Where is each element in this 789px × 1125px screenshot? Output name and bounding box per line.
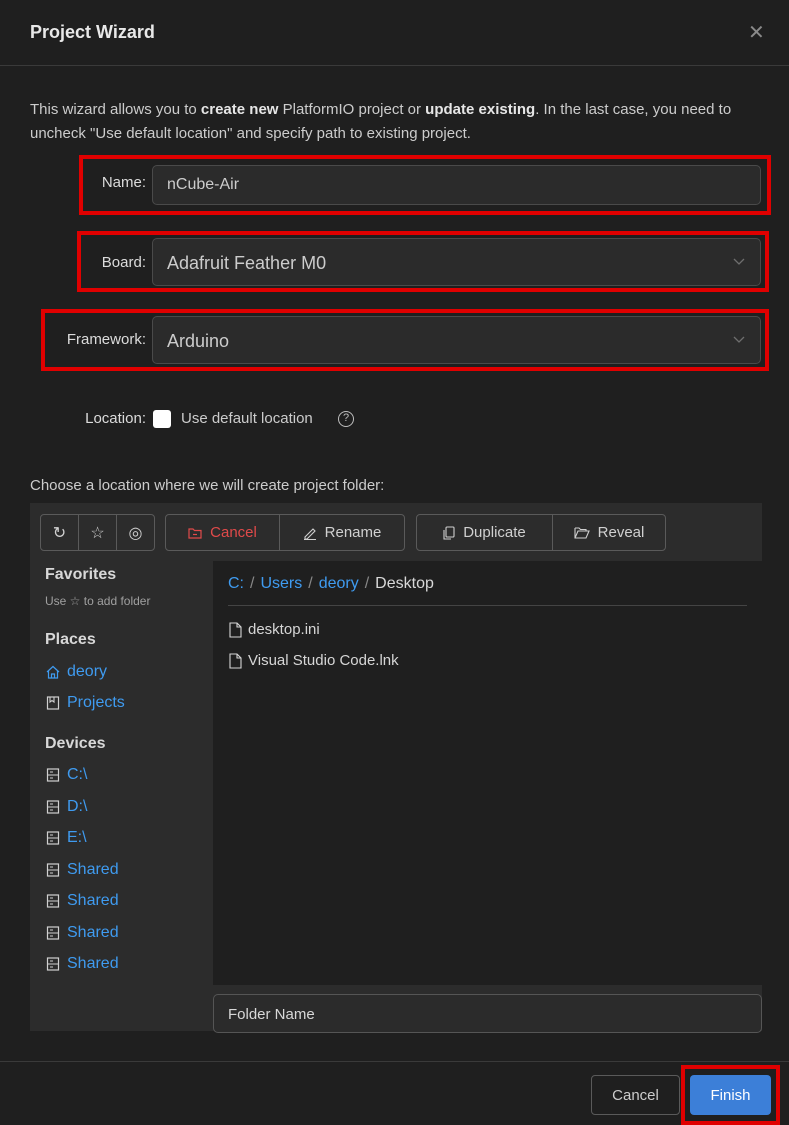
close-icon[interactable]: ✕ [748, 20, 765, 45]
cancel-label: Cancel [210, 524, 257, 541]
board-value: Adafruit Feather M0 [167, 253, 327, 273]
sidebar-item-label: D:\ [67, 798, 88, 815]
breadcrumb-divider [228, 605, 747, 606]
folder-name-input[interactable]: Folder Name [213, 994, 762, 1033]
drive-icon [46, 957, 60, 971]
breadcrumb: C: / Users / deory / Desktop [228, 575, 434, 592]
chevron-down-icon [733, 336, 745, 343]
devices-heading: Devices [45, 735, 106, 752]
favorites-hint: Use ☆ to add folder [45, 594, 151, 608]
help-icon[interactable]: ? [338, 411, 354, 427]
sidebar-item-drive-d[interactable]: D:\ [45, 798, 87, 816]
folder-name-placeholder: Folder Name [228, 1006, 315, 1023]
sidebar-item-label: Shared [67, 955, 119, 972]
drive-icon [46, 768, 60, 782]
sidebar-item-shared-3[interactable]: Shared [45, 924, 119, 942]
default-location-checkbox[interactable] [153, 410, 171, 428]
file-name: Visual Studio Code.lnk [248, 652, 399, 669]
footer-divider [0, 1061, 789, 1062]
breadcrumb-item[interactable]: deory [319, 575, 359, 592]
sidebar-item-label: E:\ [67, 829, 87, 846]
favorites-heading: Favorites [45, 566, 117, 583]
breadcrumb-item[interactable]: C: [228, 575, 244, 592]
sidebar-item-label: Shared [67, 861, 119, 878]
folder-cancel-icon [188, 527, 202, 539]
copy-icon [443, 525, 455, 540]
nav-button-group: ↻ ☆ ◎ [40, 514, 155, 551]
file-button-group: Duplicate Reveal [416, 514, 666, 551]
file-icon [229, 652, 242, 669]
sidebar-item-label: deory [67, 663, 108, 680]
drive-icon [46, 800, 60, 814]
pencil-icon [303, 527, 316, 540]
drive-icon [46, 863, 60, 877]
edit-button-group: Cancel Rename [165, 514, 405, 551]
folder-open-icon [574, 526, 590, 539]
breadcrumb-item[interactable]: Users [260, 575, 302, 592]
dialog-title: Project Wizard [30, 22, 155, 42]
places-heading: Places [45, 631, 96, 648]
name-value: nCube-Air [167, 176, 240, 193]
sidebar-item-projects[interactable]: Projects [45, 694, 125, 712]
location-prompt: Choose a location where we will create p… [30, 477, 385, 494]
drive-icon [46, 926, 60, 940]
home-icon [46, 665, 60, 679]
sidebar-item-label: Shared [67, 892, 119, 909]
name-label: Name: [101, 174, 146, 191]
sidebar-item-label: C:\ [67, 766, 88, 783]
sidebar-item-shared-4[interactable]: Shared [45, 955, 119, 973]
sidebar-item-shared-1[interactable]: Shared [45, 861, 119, 879]
reveal-label: Reveal [597, 524, 645, 541]
file-name: desktop.ini [248, 621, 320, 638]
reveal-button[interactable]: Reveal [553, 515, 665, 550]
default-location-label[interactable]: Use default location [181, 410, 313, 427]
file-item[interactable]: desktop.ini [229, 621, 320, 638]
name-input[interactable]: nCube-Air [152, 165, 761, 205]
finish-button[interactable]: Finish [690, 1075, 771, 1115]
cancel-button[interactable]: Cancel [591, 1075, 680, 1115]
framework-label: Framework: [66, 331, 146, 348]
location-label: Location: [85, 410, 146, 427]
duplicate-button[interactable]: Duplicate [417, 515, 553, 550]
sidebar-item-label: Shared [67, 924, 119, 941]
board-label: Board: [101, 254, 146, 271]
board-select[interactable]: Adafruit Feather M0 [152, 238, 761, 286]
drive-icon [46, 831, 60, 845]
star-icon[interactable]: ☆ [79, 515, 117, 550]
drive-icon [46, 894, 60, 908]
bookmark-icon [46, 696, 60, 710]
rename-button[interactable]: Rename [280, 515, 404, 550]
eye-icon[interactable]: ◎ [117, 515, 154, 550]
chevron-down-icon [733, 258, 745, 265]
sidebar-item-deory[interactable]: deory [45, 663, 107, 681]
file-icon [229, 621, 242, 638]
breadcrumb-current: Desktop [375, 575, 434, 592]
sidebar-item-drive-c[interactable]: C:\ [45, 766, 87, 784]
sidebar-item-label: Projects [67, 694, 125, 711]
sidebar-item-shared-2[interactable]: Shared [45, 892, 119, 910]
sidebar-item-drive-e[interactable]: E:\ [45, 829, 87, 847]
intro-text: This wizard allows you to create new Pla… [30, 101, 732, 142]
rename-label: Rename [324, 524, 382, 541]
duplicate-label: Duplicate [463, 524, 526, 541]
refresh-icon[interactable]: ↻ [41, 515, 79, 550]
file-item[interactable]: Visual Studio Code.lnk [229, 652, 399, 669]
framework-select[interactable]: Arduino [152, 316, 761, 364]
cancel-folder-button[interactable]: Cancel [166, 515, 280, 550]
framework-value: Arduino [167, 331, 230, 351]
